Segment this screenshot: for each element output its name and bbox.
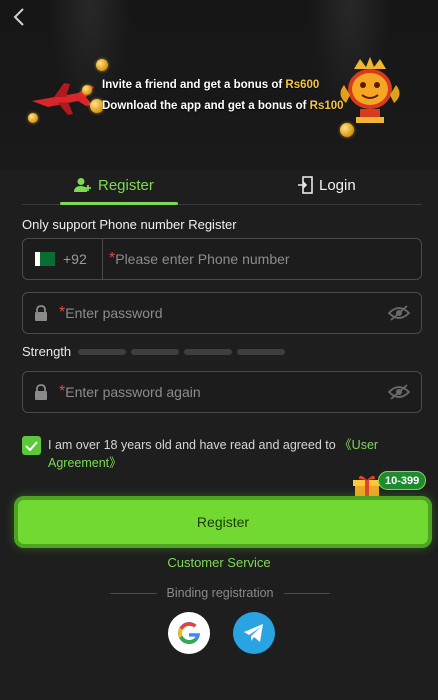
agreement-text: I am over 18 years old and have read and… <box>48 438 379 470</box>
customer-service-link[interactable]: Customer Service <box>0 555 438 570</box>
strength-bar <box>184 348 233 355</box>
country-code-selector[interactable]: +92 <box>23 239 103 279</box>
promo-badge: 10-399 <box>378 471 427 490</box>
binding-label: Binding registration <box>166 586 274 600</box>
coin-icon <box>28 113 38 123</box>
binding-divider: Binding registration <box>110 586 331 600</box>
tab-register-label: Register <box>98 176 154 194</box>
coin-icon <box>82 85 92 95</box>
invite-bonus-amount: Rs600 <box>285 79 320 91</box>
agreement-checkbox[interactable] <box>22 436 41 455</box>
phone-input[interactable] <box>115 239 421 279</box>
trophy-icon <box>340 57 400 123</box>
promo-text: Invite a friend and get a bonus of Rs600… <box>102 79 344 112</box>
agreement-row: I am over 18 years old and have read and… <box>22 436 422 472</box>
coin-icon <box>96 59 108 71</box>
google-icon <box>178 622 200 645</box>
google-login-button[interactable] <box>168 612 210 654</box>
password-input[interactable] <box>65 293 377 333</box>
strength-bar <box>131 348 180 355</box>
country-code: +92 <box>63 251 87 267</box>
strength-bar <box>78 348 127 355</box>
register-button[interactable]: Register <box>14 496 432 548</box>
lock-icon <box>23 384 59 400</box>
toggle-password-visibility[interactable] <box>377 305 421 321</box>
password-strength: Strength <box>22 344 286 359</box>
tab-login-label: Login <box>319 176 356 194</box>
check-icon <box>25 440 38 451</box>
tab-register[interactable]: Register <box>74 165 154 205</box>
eye-off-icon <box>388 305 410 321</box>
auth-tabs: Register Login <box>22 165 422 205</box>
strength-bar <box>237 348 286 355</box>
telegram-icon <box>244 624 263 642</box>
active-tab-indicator <box>60 202 178 205</box>
phone-register-note: Only support Phone number Register <box>22 217 237 232</box>
back-arrow-icon <box>13 8 24 26</box>
lock-icon <box>23 305 59 321</box>
back-button[interactable] <box>8 6 30 28</box>
toggle-password-again-visibility[interactable] <box>377 384 421 400</box>
user-add-icon <box>74 178 91 192</box>
eye-off-icon <box>388 384 410 400</box>
password-again-input[interactable] <box>65 372 377 412</box>
login-door-icon <box>298 176 313 194</box>
password-field: * <box>22 292 422 334</box>
promo-banner[interactable]: Invite a friend and get a bonus of Rs600… <box>0 55 438 145</box>
phone-field: +92 * <box>22 238 422 280</box>
plane-icon <box>32 83 94 115</box>
strength-label: Strength <box>22 344 72 359</box>
tab-login[interactable]: Login <box>297 165 356 205</box>
password-again-field: * <box>22 371 422 413</box>
pakistan-flag-icon <box>35 252 55 266</box>
telegram-login-button[interactable] <box>233 612 275 654</box>
